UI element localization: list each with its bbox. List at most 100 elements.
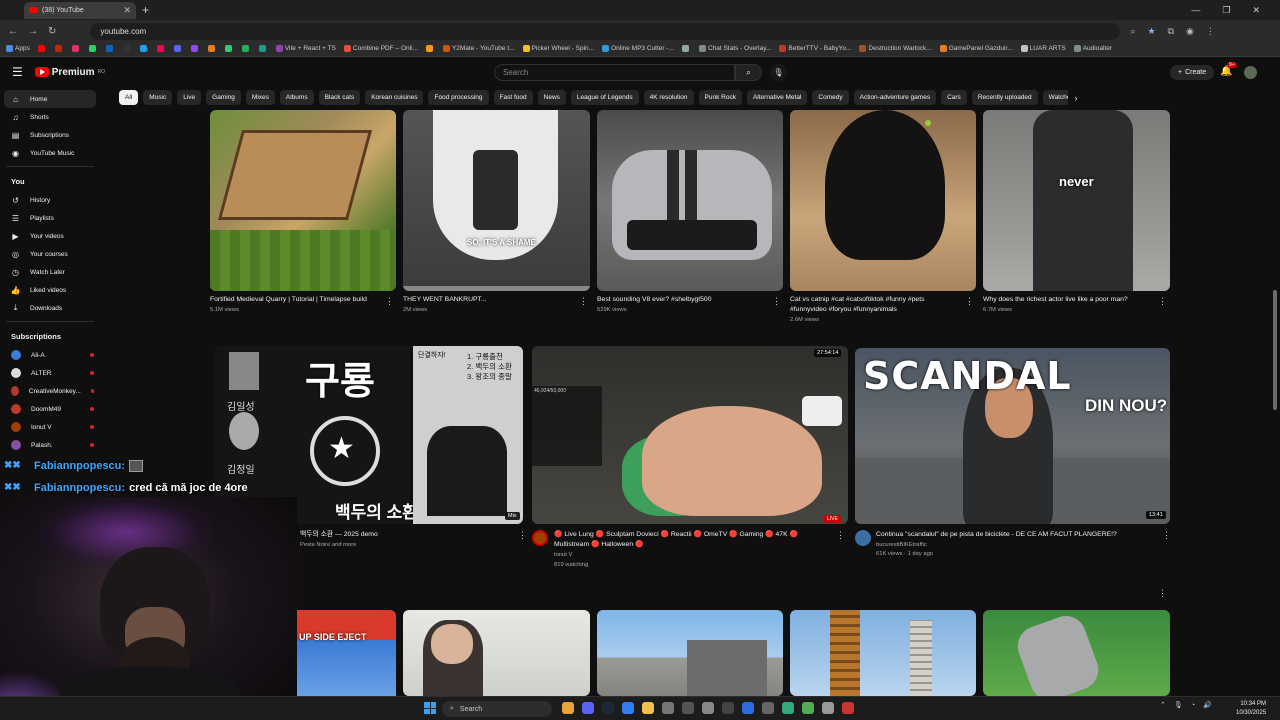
reload-icon[interactable]: ↻ [48, 26, 56, 37]
bookmark-item[interactable] [54, 45, 64, 53]
bookmark-item[interactable]: GamePanel Gazduir... [939, 45, 1013, 53]
video-thumbnail[interactable]: 46,924/50,000 27:54:14 LIVE [532, 346, 848, 524]
browser-tab[interactable]: (38) YouTube ✕ [24, 1, 136, 19]
volume-icon[interactable]: 🔊 [1203, 701, 1212, 709]
bookmark-item[interactable]: Online MP3 Cutter -... [602, 45, 674, 53]
chip-cars[interactable]: Cars [941, 90, 967, 105]
bookmark-item[interactable] [139, 45, 149, 53]
video-title[interactable]: Continua "scandalul" de pe pista de bici… [876, 530, 1146, 540]
video-thumbnail[interactable] [790, 610, 976, 696]
more-options-icon[interactable]: ⋮ [1158, 588, 1167, 599]
bookmark-item[interactable]: Chat Stats - Overlay... [698, 45, 771, 53]
video-title[interactable]: 🔴 Live Lung 🔴 Sculptam Dovieci 🔴 Reactii… [554, 530, 814, 550]
sidebar-item-watch-later[interactable]: ◷ Watch Later [0, 263, 100, 281]
sidebar-heading-you[interactable]: You [0, 171, 100, 191]
video-thumbnail[interactable] [597, 110, 783, 291]
zoom-icon[interactable]: ⌕ [1130, 26, 1135, 37]
app-icon[interactable] [682, 702, 694, 714]
close-window-icon[interactable]: ✕ [1252, 5, 1260, 16]
bookmark-item[interactable] [173, 45, 183, 53]
bookmark-item[interactable] [207, 45, 217, 53]
chrome-icon[interactable] [562, 702, 574, 714]
search-button[interactable]: ⌕ [735, 64, 762, 81]
more-options-icon[interactable]: ⋮ [385, 296, 394, 307]
sidebar-subscription[interactable]: ALTER [0, 364, 100, 382]
more-options-icon[interactable]: ⋮ [518, 530, 527, 541]
bookmark-item[interactable]: Destruction Warlock... [859, 45, 932, 53]
bookmark-item[interactable]: Audioalter [1073, 45, 1112, 53]
more-options-icon[interactable]: ⋮ [579, 296, 588, 307]
video-thumbnail[interactable] [403, 610, 590, 696]
sidebar-item-youtube-music[interactable]: ◉ YouTube Music [0, 144, 100, 162]
bookmark-item[interactable] [88, 45, 98, 53]
sidebar-item-history[interactable]: ↺ History [0, 191, 100, 209]
app-icon[interactable] [842, 702, 854, 714]
bookmark-item[interactable] [258, 45, 268, 53]
video-title[interactable]: Fortified Medieval Quarry | Tutorial | T… [210, 295, 385, 305]
youtube-logo[interactable]: Premium RO [34, 67, 105, 78]
channel-avatar[interactable] [532, 530, 548, 546]
chip-comedy[interactable]: Comedy [812, 90, 849, 105]
bookmark-item[interactable]: Picker Wheel - Spin... [522, 45, 594, 53]
video-title[interactable]: THEY WENT BANKRUPT... [403, 295, 578, 305]
chip-korean-cuisines[interactable]: Korean cuisines [365, 90, 424, 105]
taskbar-clock[interactable]: 10:34 PM 10/30/2025 [1236, 700, 1266, 718]
chip-news[interactable]: News [537, 90, 566, 105]
bookmark-item[interactable]: BetterTTV - BabyYo... [779, 45, 851, 53]
close-tab-icon[interactable]: ✕ [123, 5, 131, 16]
app-icon[interactable] [822, 702, 834, 714]
video-title[interactable]: 백두의 소환 — 2025 demo [300, 530, 510, 540]
forward-icon[interactable]: → [28, 26, 38, 37]
bookmark-item[interactable] [681, 45, 691, 53]
url-bar[interactable]: youtube.com [90, 22, 1121, 40]
notifications-button[interactable]: 🔔 9+ [1220, 62, 1237, 77]
bookmark-item[interactable] [156, 45, 166, 53]
bookmark-item[interactable]: Vite + React + TS [275, 45, 336, 53]
network-icon[interactable]: ◔ [1191, 702, 1195, 709]
hamburger-menu-icon[interactable]: ☰ [12, 65, 23, 79]
page-scrollbar[interactable] [1273, 290, 1277, 410]
video-thumbnail[interactable] [790, 110, 976, 291]
sidebar-heading-subscriptions[interactable]: Subscriptions [0, 326, 100, 346]
chip-gaming[interactable]: Gaming [206, 90, 241, 105]
video-title[interactable]: Best sounding V8 ever? #shelbygt500 [597, 295, 772, 305]
video-thumbnail[interactable] [210, 110, 396, 291]
app-icon[interactable] [722, 702, 734, 714]
video-title[interactable]: Cat vs catnip #cat #catsoftiktok #funny … [790, 295, 960, 315]
bookmark-item[interactable]: LUAR ARTS [1020, 45, 1066, 53]
mic-icon[interactable]: 🎙 [1174, 701, 1183, 709]
bookmark-item[interactable]: Apps [6, 45, 30, 53]
bookmark-item[interactable] [105, 45, 115, 53]
channel-name[interactable]: bucurestiBIKEtraffic [876, 541, 927, 550]
app-icon[interactable] [802, 702, 814, 714]
sidebar-item-subscriptions[interactable]: ▤ Subscriptions [0, 126, 100, 144]
sidebar-item-your-videos[interactable]: ▶ Your videos [0, 227, 100, 245]
bookmark-item[interactable] [425, 45, 435, 53]
bookmark-item[interactable] [122, 45, 132, 53]
sidebar-item-your-courses[interactable]: ◎ Your courses [0, 245, 100, 263]
channel-name[interactable]: Ionut V [554, 551, 572, 560]
sidebar-subscription[interactable]: DoomM49 [0, 400, 100, 418]
sidebar-subscription[interactable]: Palash. [0, 436, 100, 454]
video-thumbnail[interactable] [597, 610, 783, 696]
bookmark-item[interactable] [241, 45, 251, 53]
avatar[interactable] [1244, 66, 1257, 79]
chip-fast-food[interactable]: Fast food [493, 90, 533, 105]
sidebar-item-home[interactable]: ⌂ Home [4, 90, 96, 108]
back-icon[interactable]: ← [8, 26, 18, 37]
chip-food-processing[interactable]: Food processing [428, 90, 489, 105]
chip-live[interactable]: Live [177, 90, 202, 105]
sidebar-item-downloads[interactable]: ⤓ Downloads [0, 299, 100, 317]
bookmark-item[interactable] [224, 45, 234, 53]
app-icon[interactable] [762, 702, 774, 714]
video-thumbnail[interactable]: never [983, 110, 1170, 291]
chip-black-cats[interactable]: Black cats [318, 90, 361, 105]
extensions-icon[interactable]: ⧉ [1168, 26, 1174, 37]
minimize-icon[interactable]: — [1191, 5, 1200, 16]
chevron-right-icon[interactable]: › [1068, 90, 1084, 105]
search-input[interactable]: Search [494, 64, 735, 81]
chip-albums[interactable]: Albums [279, 90, 314, 105]
video-thumbnail[interactable]: SO, IT'S A SHAME [403, 110, 590, 291]
video-thumbnail[interactable] [983, 610, 1170, 696]
bookmark-star-icon[interactable]: ★ [1147, 26, 1155, 37]
